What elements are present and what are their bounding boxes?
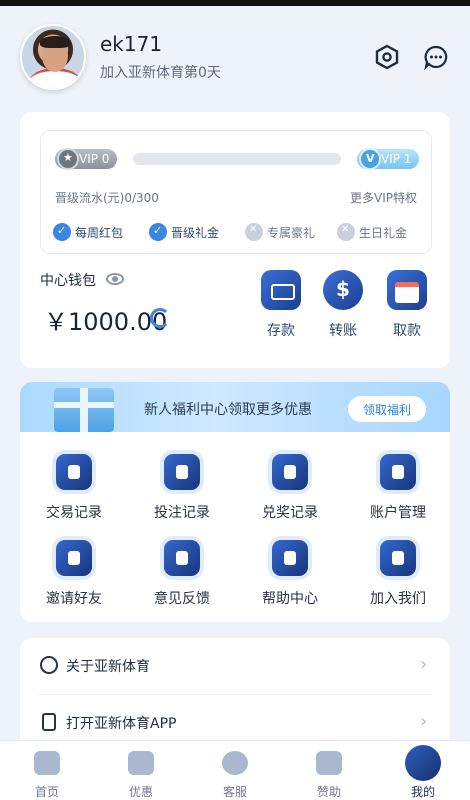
withdraw-label: 取款 [393,323,421,339]
grid-label: 兑奖记录 [262,505,318,521]
perk-promotion-bonus: 晋级礼金 [149,221,219,243]
tab-mine[interactable]: 我的 [376,741,470,800]
chevron-right-icon: › [420,711,428,732]
perk-exclusive-gift: 专属豪礼 [245,221,315,243]
cross-icon [337,223,355,241]
wallet-balance: ￥1000.00 [44,308,168,336]
tab-promotions[interactable]: 优惠 [94,741,188,800]
vip-next-label: VIP 1 [381,152,412,166]
tab-label: 优惠 [128,785,153,799]
grid-label: 加入我们 [370,591,426,607]
tab-label: 我的 [410,785,435,799]
prize-record-icon [272,454,308,490]
grid-label: 账户管理 [370,505,426,521]
transfer-button[interactable]: 转账 [318,270,368,350]
grid-label: 意见反馈 [154,591,210,607]
handshake-icon [56,540,92,576]
tab-label: 首页 [34,785,59,799]
bet-record-icon [164,454,200,490]
grid-feedback[interactable]: 意见反馈 [132,540,232,616]
grid-transaction-record[interactable]: 交易记录 [24,454,124,530]
tab-label: 赞助 [316,785,341,799]
deposit-button[interactable]: 存款 [256,270,306,350]
grid-invite-friends[interactable]: 邀请好友 [24,540,124,616]
deposit-label: 存款 [267,323,295,339]
vip-current-label: VIP 0 [79,152,110,166]
grid-label: 帮助中心 [262,591,318,607]
tab-label: 客服 [222,785,247,799]
vip-star-icon [57,148,79,170]
claim-welfare-button[interactable]: 领取福利 [348,396,426,422]
vip-progress-bar [133,153,341,165]
list-item-label: 关于亚新体育 [66,659,150,675]
check-icon [149,223,167,241]
card-icon [387,270,427,310]
chevron-right-icon: › [420,654,428,675]
join-icon [380,540,416,576]
profile-icon [405,745,441,781]
ticket-icon [128,751,154,775]
info-icon [40,656,58,674]
perk-weekly-redpacket: 每周红包 [53,221,123,243]
vip-next-badge: VIP 1 [357,148,419,170]
tab-sponsor[interactable]: 赞助 [282,741,376,800]
grid-label: 投注记录 [154,505,210,521]
profile-header: ek171 加入亚新体育第0天 [0,6,470,106]
chat-icon[interactable] [423,44,449,70]
wallet-label: 中心钱包 [40,273,96,289]
vip-perks: 每周红包 晋级礼金 专属豪礼 生日礼金 [53,221,423,243]
perk-birthday-bonus: 生日礼金 [337,221,407,243]
settings-icon[interactable] [374,44,400,70]
withdraw-button[interactable]: 取款 [382,270,432,350]
grid-help-center[interactable]: 帮助中心 [240,540,340,616]
help-icon [272,540,308,576]
turnover-text: 晋级流水(元)0/300 [55,191,159,205]
list-item-label: 打开亚新体育APP [66,716,177,732]
home-icon [34,751,60,775]
transfer-label: 转账 [329,323,357,339]
check-icon [53,223,71,241]
grid-prize-record[interactable]: 兑奖记录 [240,454,340,530]
grid-label: 邀请好友 [46,591,102,607]
banner-text: 新人福利中心领取更多优惠 [144,402,312,418]
crown-icon [316,751,342,775]
tab-service[interactable]: 客服 [188,741,282,800]
account-manage-icon [380,454,416,490]
list-item-about[interactable]: 关于亚新体育 › [20,638,450,694]
join-days: 加入亚新体育第0天 [100,65,221,81]
welfare-banner[interactable]: 新人福利中心领取更多优惠 领取福利 [20,382,450,432]
feedback-icon [164,540,200,576]
vip-current-badge: VIP 0 [55,148,117,170]
vip-v-icon [359,148,381,170]
bottom-tab-bar: 首页 优惠 客服 赞助 我的 [0,740,470,800]
services-card: 新人福利中心领取更多优惠 领取福利 交易记录 投注记录 兑奖记录 账户管理 邀请… [20,382,450,622]
phone-icon [42,713,56,731]
vip-progress-box[interactable]: VIP 0 VIP 1 晋级流水(元)0/300 更多VIP特权 每周红包 晋级… [40,130,432,254]
avatar[interactable] [20,24,86,90]
dollar-coin-icon [323,270,363,310]
wallet-icon [261,270,301,310]
refresh-icon[interactable] [150,308,170,328]
wallet-card: VIP 0 VIP 1 晋级流水(元)0/300 更多VIP特权 每周红包 晋级… [20,112,450,368]
tab-home[interactable]: 首页 [0,741,94,800]
username: ek171 [100,32,163,56]
transaction-record-icon [56,454,92,490]
grid-label: 交易记录 [46,505,102,521]
grid-bet-record[interactable]: 投注记录 [132,454,232,530]
eye-icon[interactable] [106,273,124,285]
cross-icon [245,223,263,241]
gift-box-icon [54,388,114,432]
chat-icon [222,751,248,775]
grid-join-us[interactable]: 加入我们 [348,540,448,616]
more-vip-link[interactable]: 更多VIP特权 [350,189,417,206]
grid-account-manage[interactable]: 账户管理 [348,454,448,530]
